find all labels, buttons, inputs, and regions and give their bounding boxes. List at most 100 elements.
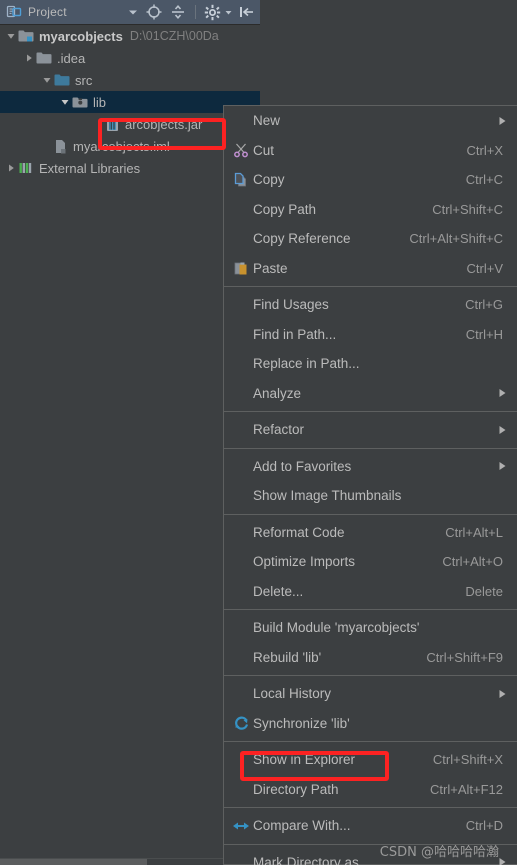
menu-item-rebuild-lib[interactable]: Rebuild 'lib' Ctrl+Shift+F9 — [224, 643, 517, 673]
menu-shortcut-copy-path: Ctrl+Shift+C — [432, 201, 503, 217]
menu-label-build-module: Build Module 'myarcobjects' — [253, 620, 420, 636]
folder-icon — [35, 50, 53, 66]
source-folder-icon — [53, 72, 71, 88]
menu-label-directory-path: Directory Path — [253, 781, 339, 797]
menu-item-analyze[interactable]: Analyze — [224, 379, 517, 409]
tree-label-idea: .idea — [57, 50, 86, 66]
tree-row-src[interactable]: src — [0, 69, 260, 91]
menu-icon-placeholder — [229, 354, 253, 374]
menu-label-new: New — [253, 113, 281, 129]
menu-icon-placeholder — [229, 324, 253, 344]
menu-label-replace-in-path: Replace in Path... — [253, 356, 360, 372]
menu-shortcut-paste: Ctrl+V — [466, 260, 503, 276]
menu-icon-placeholder — [229, 852, 253, 865]
menu-item-show-image-thumbnails[interactable]: Show Image Thumbnails — [224, 481, 517, 511]
tree-row-idea[interactable]: .idea — [0, 47, 260, 69]
chevron-down-icon[interactable] — [124, 6, 142, 18]
expand-arrow-right-icon[interactable] — [22, 47, 35, 69]
tree-row-iml[interactable]: myarcobjects.iml — [0, 135, 260, 157]
submenu-arrow-icon — [498, 461, 507, 471]
menu-shortcut-delete: Delete — [465, 583, 503, 599]
expand-arrow-down-icon[interactable] — [40, 69, 53, 91]
hide-icon[interactable] — [234, 4, 260, 20]
menu-label-paste: Paste — [253, 260, 288, 276]
tree-row-arcobjects-jar[interactable]: arcobjects.jar — [0, 113, 260, 135]
project-tree[interactable]: myarcobjects D:\01CZH\00Da .idea src lib… — [0, 25, 260, 840]
menu-item-replace-in-path[interactable]: Replace in Path... — [224, 349, 517, 379]
menu-shortcut-copy: Ctrl+C — [465, 172, 503, 188]
menu-separator — [224, 286, 517, 287]
project-toolwindow-title: Project — [28, 5, 67, 19]
menu-item-find-in-path[interactable]: Find in Path... Ctrl+H — [224, 320, 517, 350]
synchronize-icon — [229, 713, 253, 733]
menu-item-find-usages[interactable]: Find Usages Ctrl+G — [224, 290, 517, 320]
module-folder-icon — [17, 28, 35, 44]
expand-arrow-down-icon[interactable] — [58, 91, 71, 113]
menu-icon-placeholder — [229, 552, 253, 572]
menu-icon-placeholder — [229, 229, 253, 249]
tree-label-iml: myarcobjects.iml — [73, 138, 170, 154]
menu-item-delete[interactable]: Delete... Delete — [224, 577, 517, 607]
menu-label-add-to-favorites: Add to Favorites — [253, 458, 352, 474]
menu-item-add-to-favorites[interactable]: Add to Favorites — [224, 452, 517, 482]
project-view-icon[interactable] — [6, 4, 22, 20]
menu-label-rebuild-lib: Rebuild 'lib' — [253, 649, 322, 665]
menu-icon-placeholder — [229, 522, 253, 542]
menu-icon-placeholder — [229, 199, 253, 219]
menu-item-cut[interactable]: Cut Ctrl+X — [224, 136, 517, 166]
menu-item-reformat-code[interactable]: Reformat Code Ctrl+Alt+L — [224, 518, 517, 548]
iml-file-icon — [51, 138, 69, 154]
tree-row-external-libraries[interactable]: External Libraries — [0, 157, 260, 179]
menu-item-copy-reference[interactable]: Copy Reference Ctrl+Alt+Shift+C — [224, 224, 517, 254]
tree-label-src: src — [75, 72, 93, 88]
menu-label-show-image-thumbnails: Show Image Thumbnails — [253, 488, 402, 504]
menu-label-show-in-explorer: Show in Explorer — [253, 752, 356, 768]
csdn-watermark: CSDN @哈哈哈哈瀚 — [379, 845, 499, 860]
expand-arrow-down-icon[interactable] — [4, 25, 17, 47]
collapse-all-icon[interactable] — [166, 3, 190, 21]
menu-separator — [224, 675, 517, 676]
menu-separator — [224, 807, 517, 808]
menu-icon-placeholder — [229, 295, 253, 315]
menu-label-analyze: Analyze — [253, 385, 302, 401]
menu-shortcut-find-usages: Ctrl+G — [465, 297, 503, 313]
menu-separator — [224, 411, 517, 412]
submenu-arrow-icon — [498, 116, 507, 126]
menu-item-compare-with[interactable]: Compare With... Ctrl+D — [224, 811, 517, 841]
menu-item-copy[interactable]: Copy Ctrl+C — [224, 165, 517, 195]
menu-shortcut-compare-with: Ctrl+D — [465, 818, 503, 834]
menu-shortcut-copy-reference: Ctrl+Alt+Shift+C — [409, 231, 503, 247]
menu-item-build-module[interactable]: Build Module 'myarcobjects' — [224, 613, 517, 643]
menu-item-paste[interactable]: Paste Ctrl+V — [224, 254, 517, 284]
copy-icon — [229, 170, 253, 190]
menu-item-local-history[interactable]: Local History — [224, 679, 517, 709]
menu-shortcut-reformat-code: Ctrl+Alt+L — [445, 524, 503, 540]
external-libraries-icon — [17, 160, 35, 176]
menu-item-synchronize-lib[interactable]: Synchronize 'lib' — [224, 709, 517, 739]
menu-label-reformat-code: Reformat Code — [253, 524, 345, 540]
context-menu[interactable]: New Cut Ctrl+X Copy Ctrl+C Copy Path Ctr… — [223, 105, 517, 865]
menu-icon-placeholder — [229, 618, 253, 638]
menu-item-optimize-imports[interactable]: Optimize Imports Ctrl+Alt+O — [224, 547, 517, 577]
menu-item-show-in-explorer[interactable]: Show in Explorer Ctrl+Shift+X — [224, 745, 517, 775]
menu-label-cut: Cut — [253, 142, 275, 158]
menu-item-copy-path[interactable]: Copy Path Ctrl+Shift+C — [224, 195, 517, 225]
menu-separator — [224, 609, 517, 610]
menu-label-compare-with: Compare With... — [253, 818, 351, 834]
gear-dropdown-chevron-icon[interactable] — [223, 8, 234, 17]
paste-icon — [229, 258, 253, 278]
gear-icon[interactable] — [201, 4, 223, 21]
menu-icon-placeholder — [229, 486, 253, 506]
tree-row-project[interactable]: myarcobjects D:\01CZH\00Da — [0, 25, 260, 47]
menu-item-refactor[interactable]: Refactor — [224, 415, 517, 445]
menu-separator — [224, 741, 517, 742]
tree-project-path: D:\01CZH\00Da — [129, 29, 219, 43]
submenu-arrow-icon — [498, 388, 507, 398]
menu-item-directory-path[interactable]: Directory Path Ctrl+Alt+F12 — [224, 775, 517, 805]
status-bar-strip — [0, 859, 147, 865]
menu-label-optimize-imports: Optimize Imports — [253, 554, 356, 570]
tree-row-lib[interactable]: lib — [0, 91, 260, 113]
menu-item-new[interactable]: New — [224, 106, 517, 136]
expand-arrow-right-icon[interactable] — [4, 157, 17, 179]
scroll-from-source-icon[interactable] — [142, 3, 166, 21]
